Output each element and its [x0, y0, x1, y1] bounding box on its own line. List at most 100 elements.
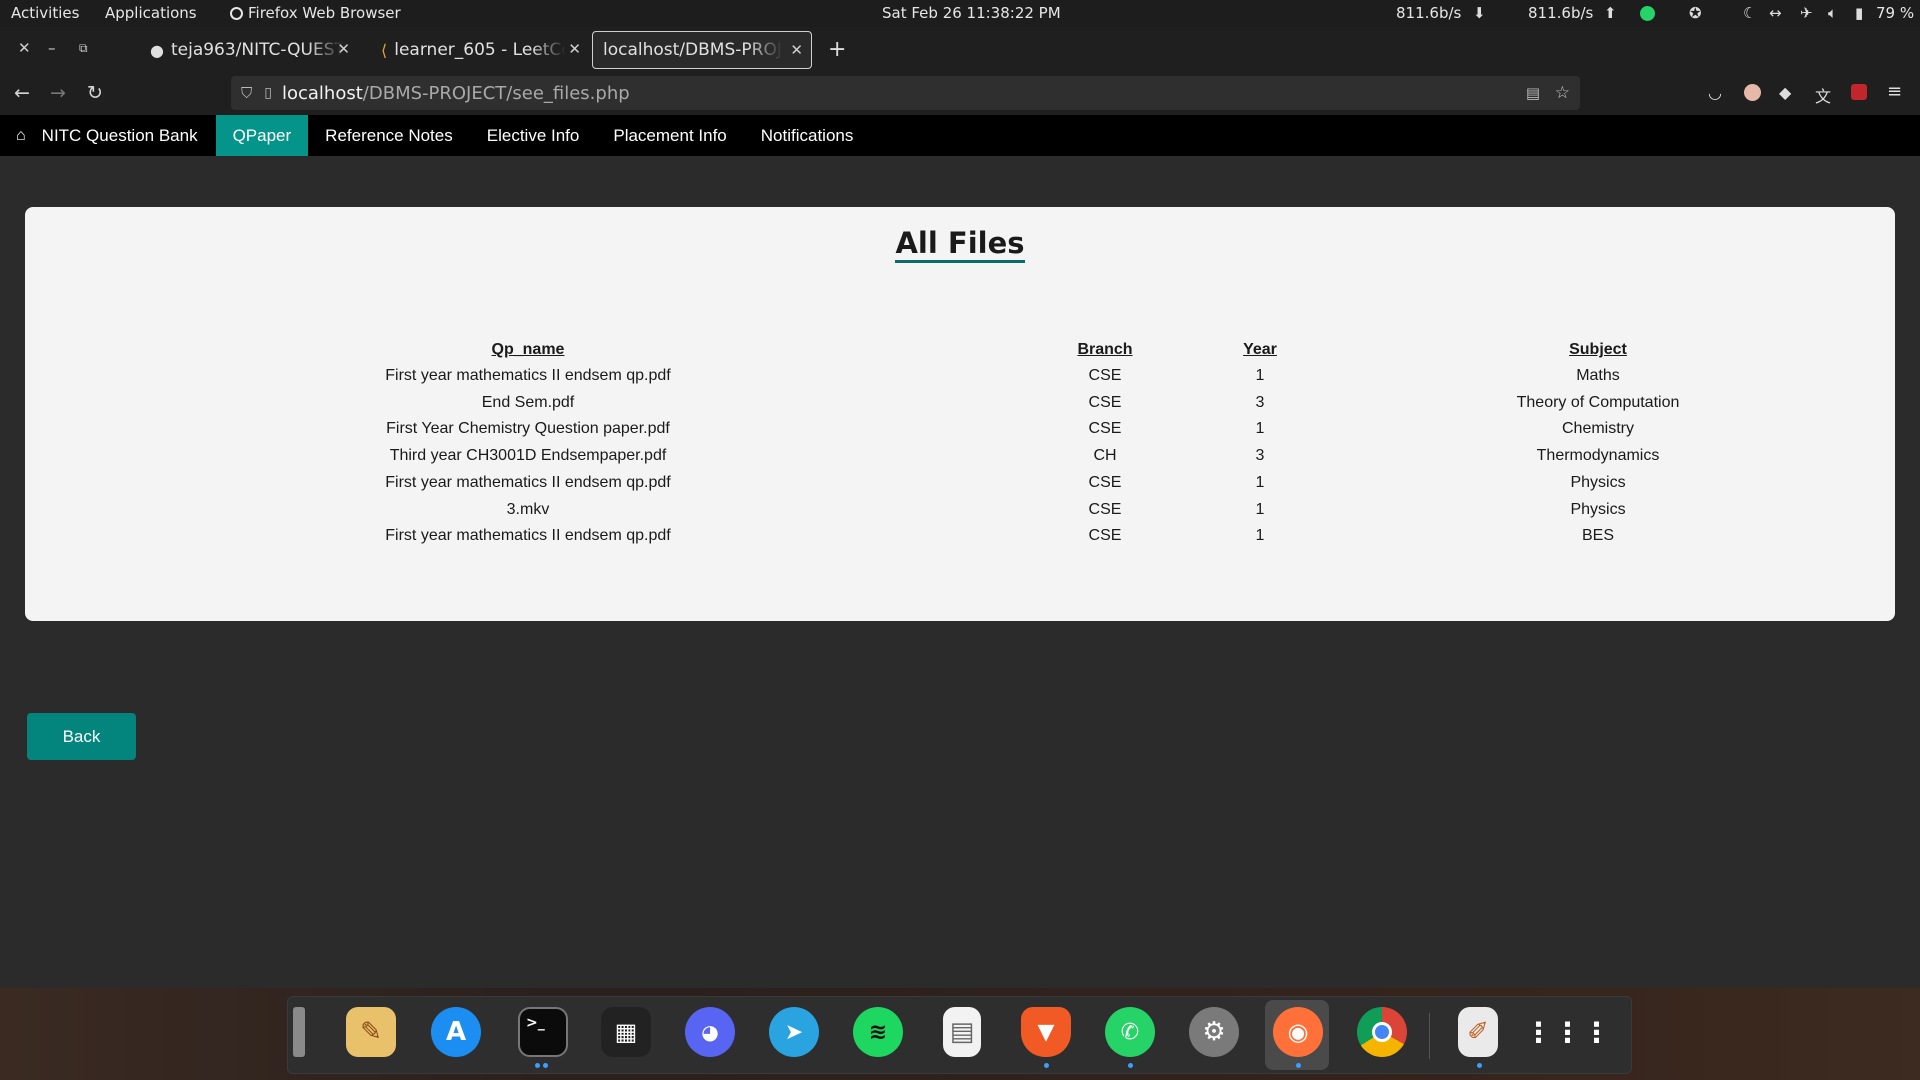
brave-browser-icon[interactable]: ▼ — [1021, 1007, 1071, 1057]
battery-icon[interactable]: ▮ — [1855, 4, 1863, 22]
back-button[interactable]: Back — [27, 713, 136, 760]
url-host: localhost — [281, 82, 363, 104]
home-link[interactable]: ⌂ NITC Question Bank — [0, 115, 216, 156]
cell-subject: BES — [1581, 527, 1614, 545]
reload-icon[interactable]: ↻ — [87, 82, 103, 104]
lock-extension-icon[interactable] — [1851, 84, 1867, 100]
download-arrow-icon: ⬇ — [1473, 4, 1486, 22]
back-arrow-icon[interactable]: ← — [14, 82, 30, 104]
cell-qp-name[interactable]: Third year CH3001D Endsempaper.pdf — [278, 447, 778, 465]
brand-label: NITC Question Bank — [41, 125, 198, 145]
cell-qp-name[interactable]: First Year Chemistry Question paper.pdf — [278, 420, 778, 438]
nav-reference-notes[interactable]: Reference Notes — [308, 115, 470, 156]
settings-icon[interactable]: ⚙ — [1189, 1007, 1239, 1057]
close-tab-icon[interactable]: ✕ — [790, 41, 803, 59]
header-subject: Subject — [1569, 341, 1627, 358]
url-path: /DBMS-PROJECT/see_files.php — [362, 82, 630, 104]
cell-qp-name[interactable]: First year mathematics II endsem qp.pdf — [278, 527, 778, 545]
airplane-icon: ✈ — [1800, 4, 1813, 22]
spotify-icon[interactable]: ≋ — [853, 1007, 903, 1057]
applications-menu[interactable]: Applications — [105, 4, 197, 22]
accessibility-icon[interactable]: ✪ — [1689, 4, 1702, 22]
close-tab-icon[interactable]: ✕ — [568, 40, 581, 58]
nav-placement-info[interactable]: Placement Info — [596, 115, 743, 156]
bookmark-star-icon[interactable]: ☆ — [1555, 83, 1570, 103]
nav-elective-info[interactable]: Elective Info — [470, 115, 597, 156]
restore-window-icon[interactable]: ⧉ — [79, 41, 88, 56]
extension-icon[interactable]: ◆ — [1779, 83, 1791, 102]
net-up-speed: 811.6b/s — [1528, 4, 1594, 22]
notes-app-icon[interactable]: ✎ — [346, 1007, 396, 1057]
running-indicator — [543, 1063, 548, 1068]
files-app-icon[interactable] — [293, 1007, 305, 1057]
tab-localhost[interactable]: localhost/DBMS-PROJECT/see_files.php ✕ — [592, 31, 812, 69]
running-indicator — [1044, 1063, 1049, 1068]
url-bar[interactable]: ⛉ ▯ localhost/DBMS-PROJECT/see_files.php… — [231, 76, 1580, 110]
dock: ✎ A >_ ▦ ◕ ➤ ≋ ▤ ▼ ✆ ⚙ ◉ ✐ ⋮⋮⋮ — [287, 996, 1632, 1074]
activities-button[interactable]: Activities — [11, 4, 79, 22]
running-indicator — [1128, 1063, 1133, 1068]
battery-percent: 79 % — [1876, 4, 1915, 22]
hamburger-menu-icon[interactable]: ≡ — [1887, 81, 1902, 102]
cell-subject: Chemistry — [1561, 420, 1634, 438]
nav-qpaper[interactable]: QPaper — [215, 115, 309, 156]
cell-subject: Physics — [1570, 473, 1626, 491]
telegram-icon[interactable]: ➤ — [769, 1007, 819, 1057]
upload-arrow-icon: ⬆ — [1604, 4, 1617, 22]
app-store-icon[interactable]: A — [431, 1007, 481, 1057]
firefox-dock-icon[interactable]: ◉ — [1273, 1007, 1323, 1057]
github-icon: ● — [150, 40, 164, 60]
close-window-icon[interactable]: ✕ — [18, 39, 31, 57]
discord-icon[interactable]: ◕ — [685, 1007, 735, 1057]
table-header-row: Qp_name Branch Year Subject — [25, 337, 1895, 363]
running-indicator — [535, 1063, 540, 1068]
site-navbar: ⌂ NITC Question Bank QPaper Reference No… — [0, 115, 1920, 156]
clock[interactable]: Sat Feb 26 11:38:22 PM — [882, 4, 1061, 22]
forward-arrow-icon[interactable]: → — [50, 82, 66, 104]
volume-icon[interactable]: 🔈︎ — [1828, 4, 1837, 22]
cell-qp-name[interactable]: End Sem.pdf — [278, 394, 778, 412]
running-indicator — [1477, 1063, 1482, 1068]
minimize-window-icon[interactable]: – — [48, 39, 56, 57]
tab-strip: ✕ – ⧉ ● teja963/NITC-QUESTION-BANK ✕ ⟨ l… — [0, 27, 1920, 73]
active-app-label: Firefox Web Browser — [248, 4, 401, 22]
page-title: All Files — [25, 226, 1895, 263]
table-row: 3.mkv CSE 1 Physics — [25, 501, 1895, 527]
cell-subject: Physics — [1570, 500, 1626, 518]
pocket-icon[interactable]: ◡ — [1708, 83, 1722, 102]
chrome-icon[interactable] — [1357, 1007, 1407, 1057]
translate-extension-icon[interactable]: 文 — [1815, 83, 1831, 107]
cell-subject: Theory of Computation — [1516, 393, 1680, 411]
close-tab-icon[interactable]: ✕ — [337, 40, 350, 58]
network-icon[interactable]: ↔ — [1769, 4, 1782, 22]
leetcode-icon: ⟨ — [381, 40, 388, 60]
tab-title: teja963/NITC-QUESTION-BANK — [170, 40, 343, 60]
cell-qp-name[interactable]: First year mathematics II endsem qp.pdf — [278, 474, 778, 492]
table-row: Third year CH3001D Endsempaper.pdf CH 3 The… — [25, 447, 1895, 473]
cell-subject: Maths — [1576, 367, 1620, 384]
night-light-icon: ☾ — [1743, 4, 1757, 22]
whatsapp-tray-icon[interactable] — [1640, 6, 1655, 25]
terminal-icon[interactable]: >_ — [518, 1007, 568, 1057]
tab-title: learner_605 - LeetCode Profile — [394, 40, 566, 60]
reader-view-icon[interactable]: ▤ — [1526, 84, 1540, 102]
calculator-icon[interactable]: ▦ — [601, 1007, 651, 1057]
files-card: All Files Qp_name Qp_nameBranchYearSubje… — [25, 207, 1895, 621]
shield-icon[interactable]: ⛉ — [241, 84, 252, 102]
tab-leetcode[interactable]: ⟨ learner_605 - LeetCode Profile ✕ — [371, 31, 589, 69]
page-info-icon[interactable]: ▯ — [264, 85, 272, 101]
active-app-menu[interactable]: Firefox Web Browser — [230, 4, 401, 22]
table-row: End Sem.pdf CSE 3 Theory of Computation — [25, 394, 1895, 420]
whatsapp-icon[interactable]: ✆ — [1105, 1007, 1155, 1057]
cell-qp-name[interactable]: First year mathematics II endsem qp.pdf — [278, 367, 778, 385]
profile-extension-icon[interactable] — [1744, 84, 1761, 101]
text-editor-icon[interactable]: ▤ — [943, 1007, 981, 1057]
system-top-bar: Activities Applications Firefox Web Brow… — [0, 0, 1920, 27]
browser-nav-bar: ← → ↻ ⛉ ▯ localhost/DBMS-PROJECT/see_fil… — [0, 73, 1920, 115]
show-apps-grid-icon[interactable]: ⋮⋮⋮ — [1525, 1007, 1611, 1057]
document-viewer-icon[interactable]: ✐ — [1458, 1007, 1498, 1057]
cell-qp-name[interactable]: 3.mkv — [278, 501, 778, 519]
new-tab-icon[interactable]: + — [828, 37, 846, 62]
nav-notifications[interactable]: Notifications — [744, 115, 871, 156]
tab-github[interactable]: ● teja963/NITC-QUESTION-BANK ✕ — [140, 31, 358, 69]
